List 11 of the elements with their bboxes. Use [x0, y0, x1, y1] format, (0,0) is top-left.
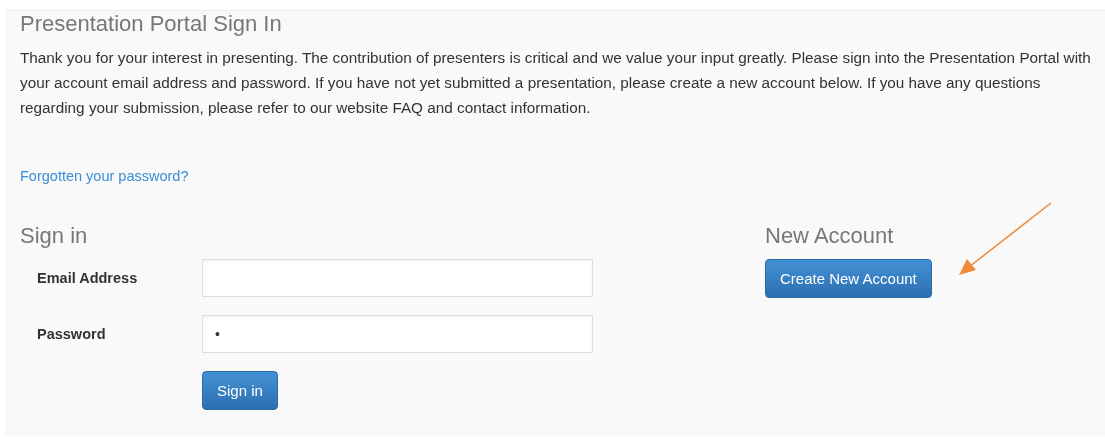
field-label: Password — [36, 326, 107, 342]
input-field[interactable]: • — [202, 315, 593, 353]
intro-paragraph: Thank you for your interest in presenting. The contribution of presenters is critical and we value your input greatly. Please sign into the Presentation Portal with your account email address and password. If you have not yet submitted a presentation, please create a new account below. If you have any questions regarding your submission, please refer to our website FAQ and contact information. — [20, 48, 1092, 118]
section-heading: New Account — [765, 223, 895, 249]
sign-in-button[interactable]: Sign in — [202, 371, 278, 410]
create-account-button[interactable]: Create New Account — [765, 259, 932, 298]
field-label: Email Address — [36, 270, 139, 286]
forgot-password-link[interactable]: Forgotten your password? — [20, 166, 189, 186]
input-field[interactable] — [202, 259, 593, 297]
page-title: Presentation Portal Sign In — [20, 11, 283, 37]
section-heading: Sign in — [20, 223, 89, 249]
